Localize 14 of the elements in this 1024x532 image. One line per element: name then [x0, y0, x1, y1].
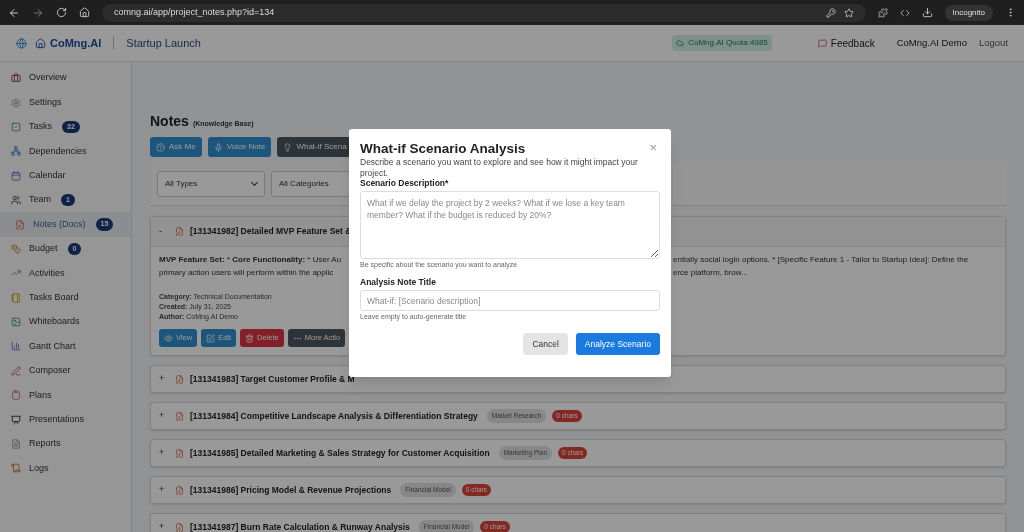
url-text: comng.ai/app/project_notes.php?id=134 [114, 5, 276, 19]
note-title: [131341987] Burn Rate Calculation & Runway Analysis [190, 520, 410, 532]
note-excerpt: MVP Feature Set:* Core Functionality:* User Au [159, 254, 343, 266]
dialog-title: What-if Scenario Analysis [360, 141, 526, 157]
note-title: [131341986] Pricing Model & Revenue Projections [190, 483, 392, 497]
note-title: [131341984] Competitive Landscape Analysis & Differentiation Strategy [190, 409, 478, 423]
field-label: Analysis Note Title [360, 277, 437, 288]
note-title: [131341985] Detailed Marketing & Sales Strategy for Customer Acquisition [190, 446, 490, 460]
quota-badge: CoMng.AI Quota:4985 [672, 35, 772, 51]
note-excerpt: erce platform, brow... [673, 267, 749, 279]
note-excerpt: entially social login options. * [Specific Feature 1 - Tailor to Startup Idea]: Define the [673, 254, 969, 266]
project-name: Startup Launch [126, 35, 201, 51]
note-excerpt: primary action users will perform within the applic [159, 267, 335, 279]
page-title: Notes [150, 112, 189, 131]
